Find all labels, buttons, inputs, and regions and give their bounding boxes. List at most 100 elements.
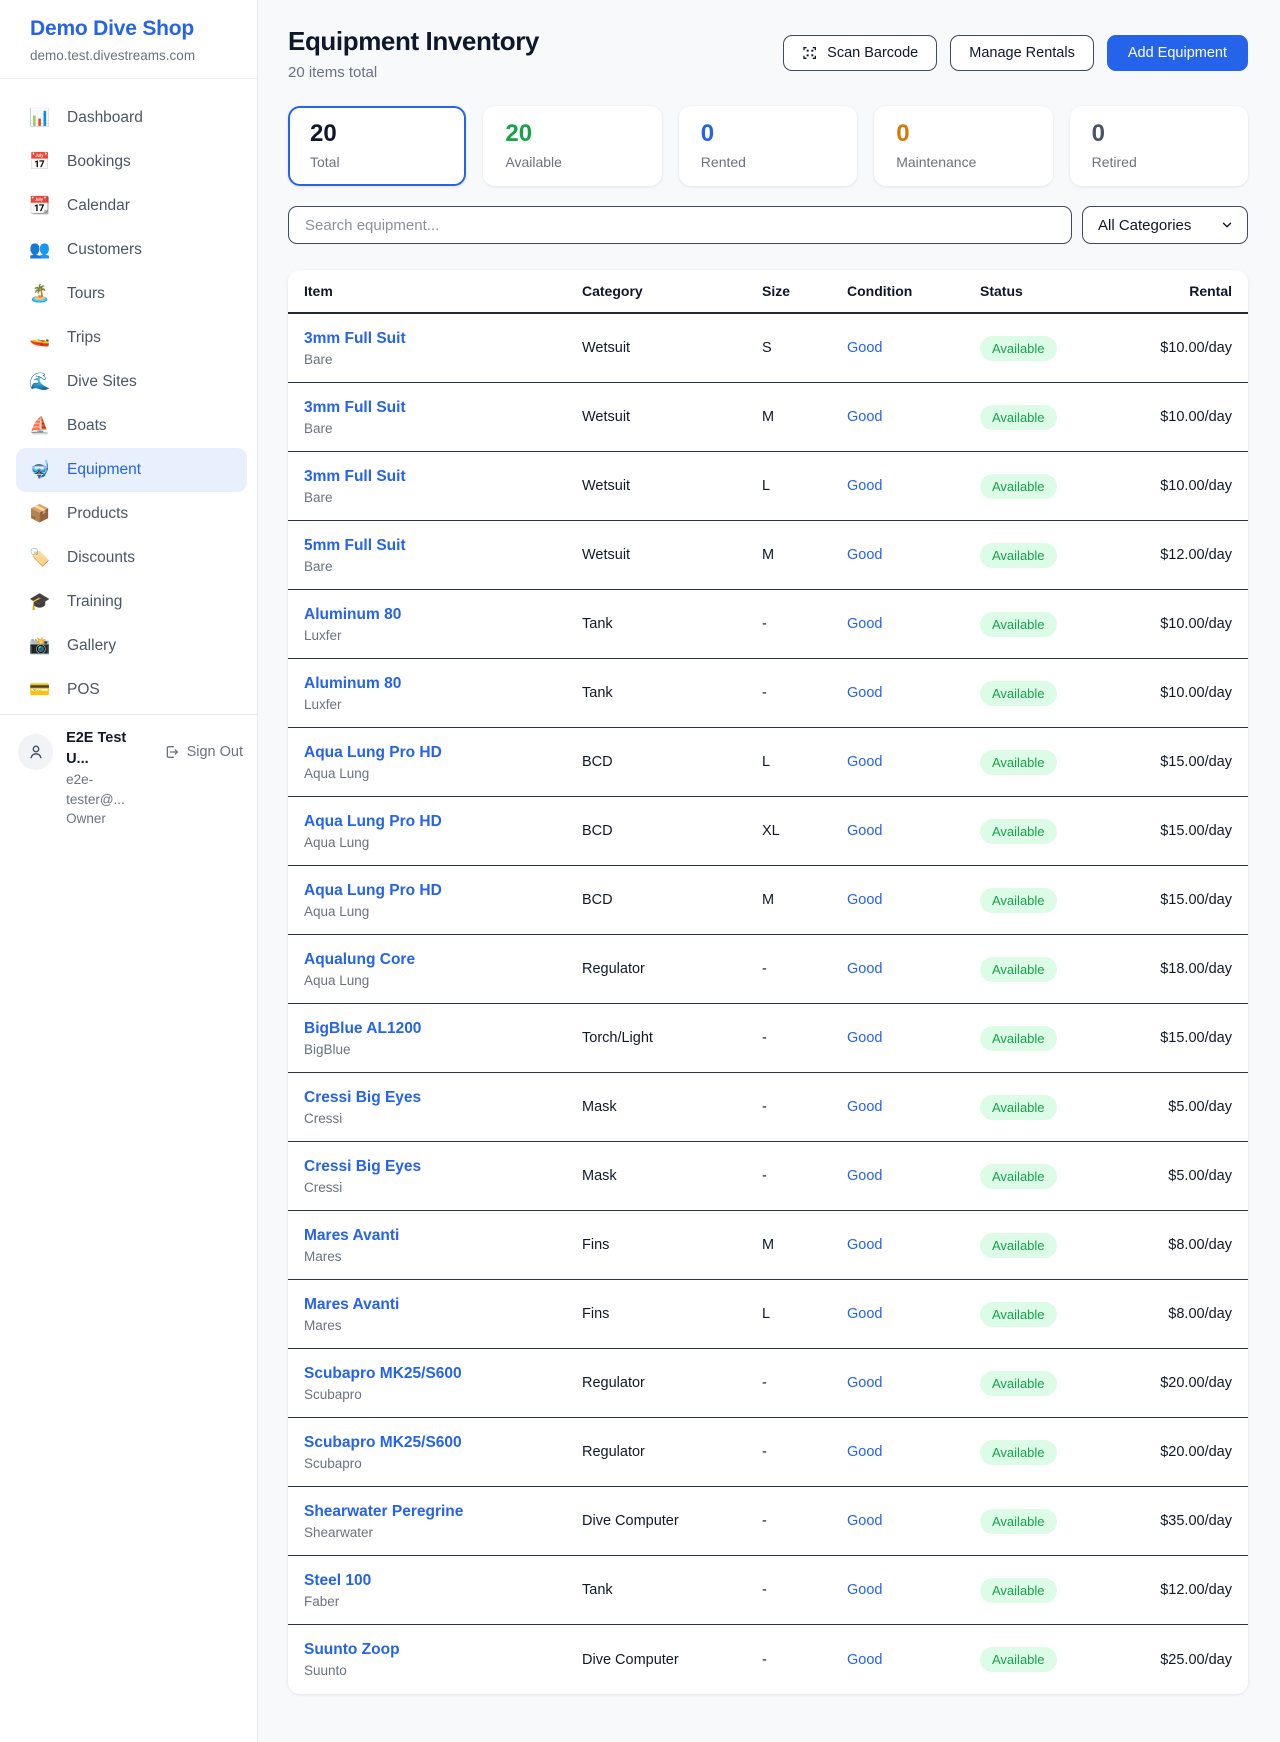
item-rental: $10.00/day <box>1092 409 1232 425</box>
sidebar-item-dashboard[interactable]: 📊 Dashboard <box>0 96 257 140</box>
boats-icon: ⛵ <box>28 416 52 436</box>
item-condition-link[interactable]: Good <box>847 478 882 494</box>
stat-card-available[interactable]: 20 Available <box>483 106 661 186</box>
sidebar-item-equipment[interactable]: 🤿 Equipment <box>16 448 247 492</box>
manage-rentals-button[interactable]: Manage Rentals <box>950 35 1094 71</box>
item-condition-link[interactable]: Good <box>847 754 882 770</box>
stat-value: 20 <box>505 120 639 148</box>
item-condition-link[interactable]: Good <box>847 409 882 425</box>
item-rental: $10.00/day <box>1092 340 1232 356</box>
stat-card-maintenance[interactable]: 0 Maintenance <box>874 106 1052 186</box>
item-name-link[interactable]: Aqualung Core <box>304 951 415 969</box>
status-badge: Available <box>980 819 1057 844</box>
item-condition-link[interactable]: Good <box>847 1030 882 1046</box>
sidebar-item-gallery[interactable]: 📸 Gallery <box>0 624 257 668</box>
item-condition-link[interactable]: Good <box>847 547 882 563</box>
sidebar-item-tours[interactable]: 🏝️ Tours <box>0 272 257 316</box>
stat-card-rented[interactable]: 0 Rented <box>679 106 857 186</box>
sidebar-item-training[interactable]: 🎓 Training <box>0 580 257 624</box>
item-brand: Cressi <box>304 1111 582 1126</box>
item-name-link[interactable]: Suunto Zoop <box>304 1641 400 1659</box>
dashboard-icon: 📊 <box>28 108 52 128</box>
item-condition-link[interactable]: Good <box>847 1099 882 1115</box>
sign-out-button[interactable]: Sign Out <box>164 744 243 760</box>
item-condition-link[interactable]: Good <box>847 961 882 977</box>
item-condition-link[interactable]: Good <box>847 1306 882 1322</box>
col-item: Item <box>304 283 582 299</box>
item-condition-link[interactable]: Good <box>847 892 882 908</box>
item-name-link[interactable]: Aqua Lung Pro HD <box>304 744 442 762</box>
page-title: Equipment Inventory <box>288 26 539 57</box>
item-name-link[interactable]: Aluminum 80 <box>304 675 401 693</box>
sidebar-item-pos[interactable]: 💳 POS <box>0 668 257 712</box>
item-condition-link[interactable]: Good <box>847 1652 882 1668</box>
stat-card-retired[interactable]: 0 Retired <box>1070 106 1248 186</box>
item-rental: $10.00/day <box>1092 616 1232 632</box>
item-name-link[interactable]: 3mm Full Suit <box>304 330 406 348</box>
item-name-link[interactable]: BigBlue AL1200 <box>304 1020 421 1038</box>
item-condition-link[interactable]: Good <box>847 1513 882 1529</box>
item-name-link[interactable]: 5mm Full Suit <box>304 537 406 555</box>
customers-icon: 👥 <box>28 240 52 260</box>
gallery-icon: 📸 <box>28 636 52 656</box>
sidebar-item-label: POS <box>67 681 100 699</box>
sidebar-item-products[interactable]: 📦 Products <box>0 492 257 536</box>
item-condition-link[interactable]: Good <box>847 823 882 839</box>
search-input[interactable] <box>288 206 1072 244</box>
sidebar-item-label: Products <box>67 505 128 523</box>
item-name-link[interactable]: Shearwater Peregrine <box>304 1503 463 1521</box>
table-row: Scubapro MK25/S600 Scubapro Regulator - … <box>288 1349 1248 1418</box>
table-row: Aluminum 80 Luxfer Tank - Good Available… <box>288 659 1248 728</box>
user-role: Owner <box>66 809 151 829</box>
item-name-link[interactable]: Steel 100 <box>304 1572 371 1590</box>
item-name-link[interactable]: Mares Avanti <box>304 1296 399 1314</box>
status-badge: Available <box>980 1578 1057 1603</box>
item-name-link[interactable]: Scubapro MK25/S600 <box>304 1365 462 1383</box>
item-name-link[interactable]: 3mm Full Suit <box>304 399 406 417</box>
item-condition-link[interactable]: Good <box>847 1444 882 1460</box>
item-category: Mask <box>582 1099 762 1115</box>
category-select[interactable]: All Categories <box>1082 206 1248 244</box>
item-name-link[interactable]: Aluminum 80 <box>304 606 401 624</box>
sidebar-item-boats[interactable]: ⛵ Boats <box>0 404 257 448</box>
status-badge: Available <box>980 543 1057 568</box>
item-name-link[interactable]: Scubapro MK25/S600 <box>304 1434 462 1452</box>
pos-icon: 💳 <box>28 680 52 700</box>
col-status: Status <box>980 283 1092 299</box>
item-condition-link[interactable]: Good <box>847 340 882 356</box>
scan-barcode-button[interactable]: Scan Barcode <box>783 35 937 71</box>
status-badge: Available <box>980 612 1057 637</box>
item-brand: Bare <box>304 421 582 436</box>
sidebar-item-customers[interactable]: 👥 Customers <box>0 228 257 272</box>
item-name-link[interactable]: Cressi Big Eyes <box>304 1158 421 1176</box>
item-name-link[interactable]: Mares Avanti <box>304 1227 399 1245</box>
add-equipment-button[interactable]: Add Equipment <box>1107 35 1248 71</box>
item-brand: Mares <box>304 1318 582 1333</box>
equipment-icon: 🤿 <box>28 460 52 480</box>
item-name-link[interactable]: Aqua Lung Pro HD <box>304 813 442 831</box>
sidebar-item-calendar[interactable]: 📆 Calendar <box>0 184 257 228</box>
item-condition-link[interactable]: Good <box>847 616 882 632</box>
sidebar-item-label: Calendar <box>67 197 130 215</box>
sidebar-item-dive-sites[interactable]: 🌊 Dive Sites <box>0 360 257 404</box>
item-condition-link[interactable]: Good <box>847 1582 882 1598</box>
table-row: Aqualung Core Aqua Lung Regulator - Good… <box>288 935 1248 1004</box>
item-name-link[interactable]: Cressi Big Eyes <box>304 1089 421 1107</box>
sidebar-item-bookings[interactable]: 📅 Bookings <box>0 140 257 184</box>
sidebar: Demo Dive Shop demo.test.divestreams.com… <box>0 0 258 1742</box>
shop-domain: demo.test.divestreams.com <box>30 48 233 63</box>
item-condition-link[interactable]: Good <box>847 1168 882 1184</box>
item-name-link[interactable]: 3mm Full Suit <box>304 468 406 486</box>
sidebar-item-discounts[interactable]: 🏷️ Discounts <box>0 536 257 580</box>
chevron-down-icon <box>1220 218 1234 232</box>
status-badge: Available <box>980 750 1057 775</box>
item-condition-link[interactable]: Good <box>847 1375 882 1391</box>
item-name-link[interactable]: Aqua Lung Pro HD <box>304 882 442 900</box>
item-condition-link[interactable]: Good <box>847 1237 882 1253</box>
table-row: Aqua Lung Pro HD Aqua Lung BCD XL Good A… <box>288 797 1248 866</box>
item-category: Regulator <box>582 1375 762 1391</box>
col-size: Size <box>762 283 847 299</box>
stat-card-total[interactable]: 20 Total <box>288 106 466 186</box>
item-condition-link[interactable]: Good <box>847 685 882 701</box>
sidebar-item-trips[interactable]: 🚤 Trips <box>0 316 257 360</box>
